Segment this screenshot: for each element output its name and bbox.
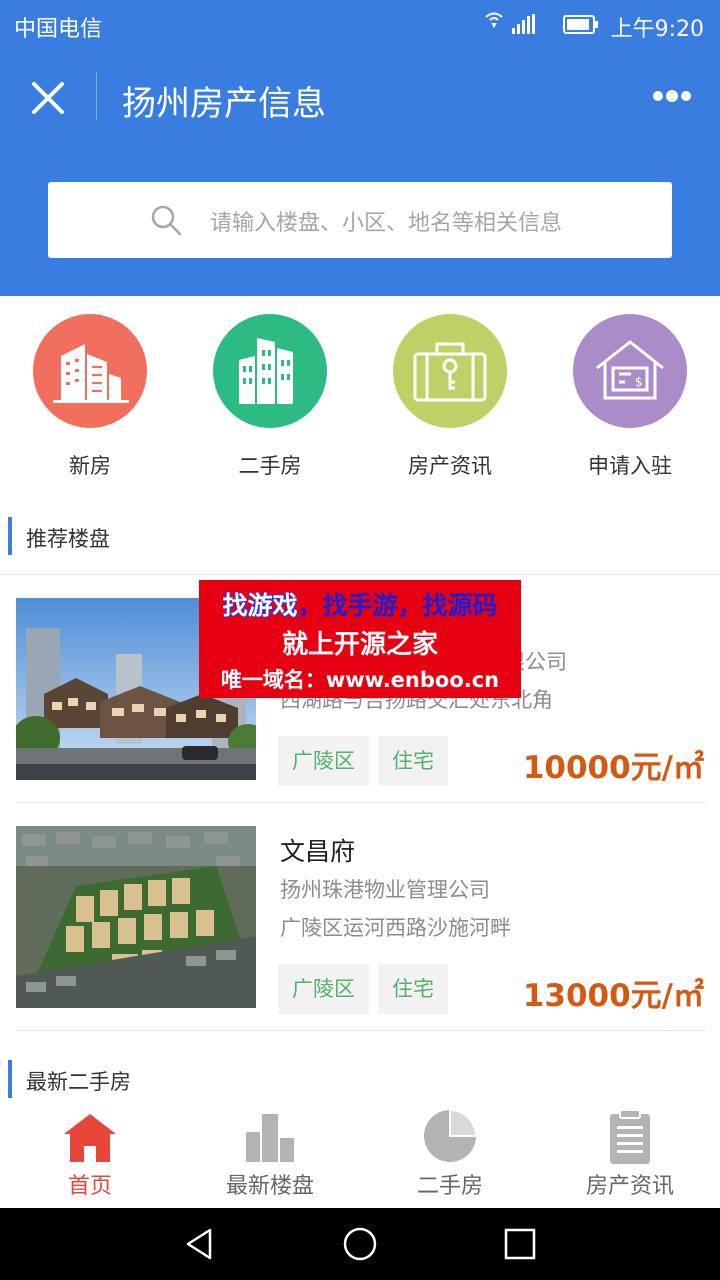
house-price-icon: $: [573, 314, 687, 428]
home-icon: [64, 1114, 116, 1162]
category-label: 房产资讯: [408, 454, 492, 478]
listing-name: 文昌府: [280, 837, 356, 866]
tab-label: 最新楼盘: [225, 1174, 314, 1199]
section-bar: [8, 1060, 12, 1098]
tab-label: 首页: [67, 1174, 112, 1199]
close-icon[interactable]: [24, 74, 72, 122]
bar-chart-icon: [246, 1114, 294, 1162]
briefcase-key-icon: [393, 314, 507, 428]
category-second-hand[interactable]: 二手房: [180, 314, 360, 478]
tab-second-hand[interactable]: 二手房: [360, 1100, 540, 1208]
divider: [16, 802, 706, 803]
search-input[interactable]: 请输入楼盘、小区、地名等相关信息: [48, 182, 672, 258]
clipboard-icon: [610, 1109, 650, 1164]
back-icon[interactable]: [182, 1226, 218, 1262]
system-nav-bar: [0, 1208, 720, 1280]
page-title: 扬州房产信息: [122, 84, 326, 124]
bottom-tab-bar: 首页 最新楼盘 二手房 房产资讯: [0, 1100, 720, 1208]
header: 扬州房产信息 请输入楼盘、小区、地名等相关信息: [0, 50, 720, 296]
ad-line-1b: ，找手游，找源码: [297, 591, 498, 620]
tab-new-listings[interactable]: 最新楼盘: [180, 1100, 360, 1208]
ad-banner[interactable]: 找游戏，找手游，找源码 就上开源之家 唯一域名：www.enboo.cn: [199, 580, 521, 698]
recent-apps-icon[interactable]: [502, 1226, 538, 1262]
ad-line-3: 唯一域名：www.enboo.cn: [220, 668, 500, 692]
ad-line-1a: 找游戏: [222, 591, 298, 620]
carrier-label: 中国电信: [14, 17, 103, 42]
section-second-hand: 最新二手房: [0, 1060, 720, 1100]
tag-type: 住宅: [378, 736, 448, 786]
tag-district: 广陵区: [278, 736, 369, 786]
category-label: 申请入驻: [588, 454, 672, 478]
listing-price: 13000元/㎡: [522, 978, 704, 1014]
section-title: 最新二手房: [26, 1070, 131, 1094]
header-divider: [96, 72, 97, 120]
listing-address: 广陵区运河西路沙施河畔: [280, 916, 511, 940]
section-title: 推荐楼盘: [26, 527, 110, 551]
home-circle-icon[interactable]: [342, 1226, 378, 1262]
tab-news[interactable]: 房产资讯: [540, 1100, 720, 1208]
towers-icon: [213, 314, 327, 428]
category-apply[interactable]: $ 申请入驻: [540, 314, 720, 478]
section-recommended: 推荐楼盘: [0, 517, 720, 557]
category-grid: 新房 二手房 房产资讯 $ 申请入驻: [0, 296, 720, 486]
pie-chart-icon: [424, 1108, 478, 1162]
divider: [0, 574, 720, 575]
status-bar: 中国电信 上午9:20: [0, 0, 720, 50]
search-placeholder: 请输入楼盘、小区、地名等相关信息: [210, 211, 563, 236]
signal-icons: [485, 12, 598, 34]
tab-label: 房产资讯: [585, 1174, 674, 1199]
listing-price: 10000元/㎡: [522, 750, 704, 786]
buildings-icon: [33, 314, 147, 428]
section-bar: [8, 517, 12, 555]
tag-type: 住宅: [378, 964, 448, 1014]
ad-line-2: 就上开源之家: [281, 630, 438, 660]
listing-company: 扬州珠港物业管理公司: [280, 878, 490, 902]
tag-district: 广陵区: [278, 964, 369, 1014]
category-news[interactable]: 房产资讯: [360, 314, 540, 478]
clock: 上午9:20: [610, 17, 704, 42]
ad-line-1: 找游戏，找手游，找源码: [199, 586, 521, 622]
listing-item[interactable]: 文昌府 扬州珠港物业管理公司 广陵区运河西路沙施河畔 广陵区 住宅 13000元…: [0, 826, 720, 1026]
category-label: 新房: [69, 454, 111, 478]
category-label: 二手房: [238, 454, 302, 478]
svg-text:$: $: [635, 375, 643, 389]
listing-photo: [16, 826, 256, 1008]
category-new-house[interactable]: 新房: [0, 314, 180, 478]
search-icon: [151, 205, 182, 236]
tab-home[interactable]: 首页: [0, 1100, 180, 1208]
tab-label: 二手房: [416, 1174, 483, 1199]
divider: [16, 1030, 706, 1031]
more-dots-icon[interactable]: [640, 84, 704, 108]
